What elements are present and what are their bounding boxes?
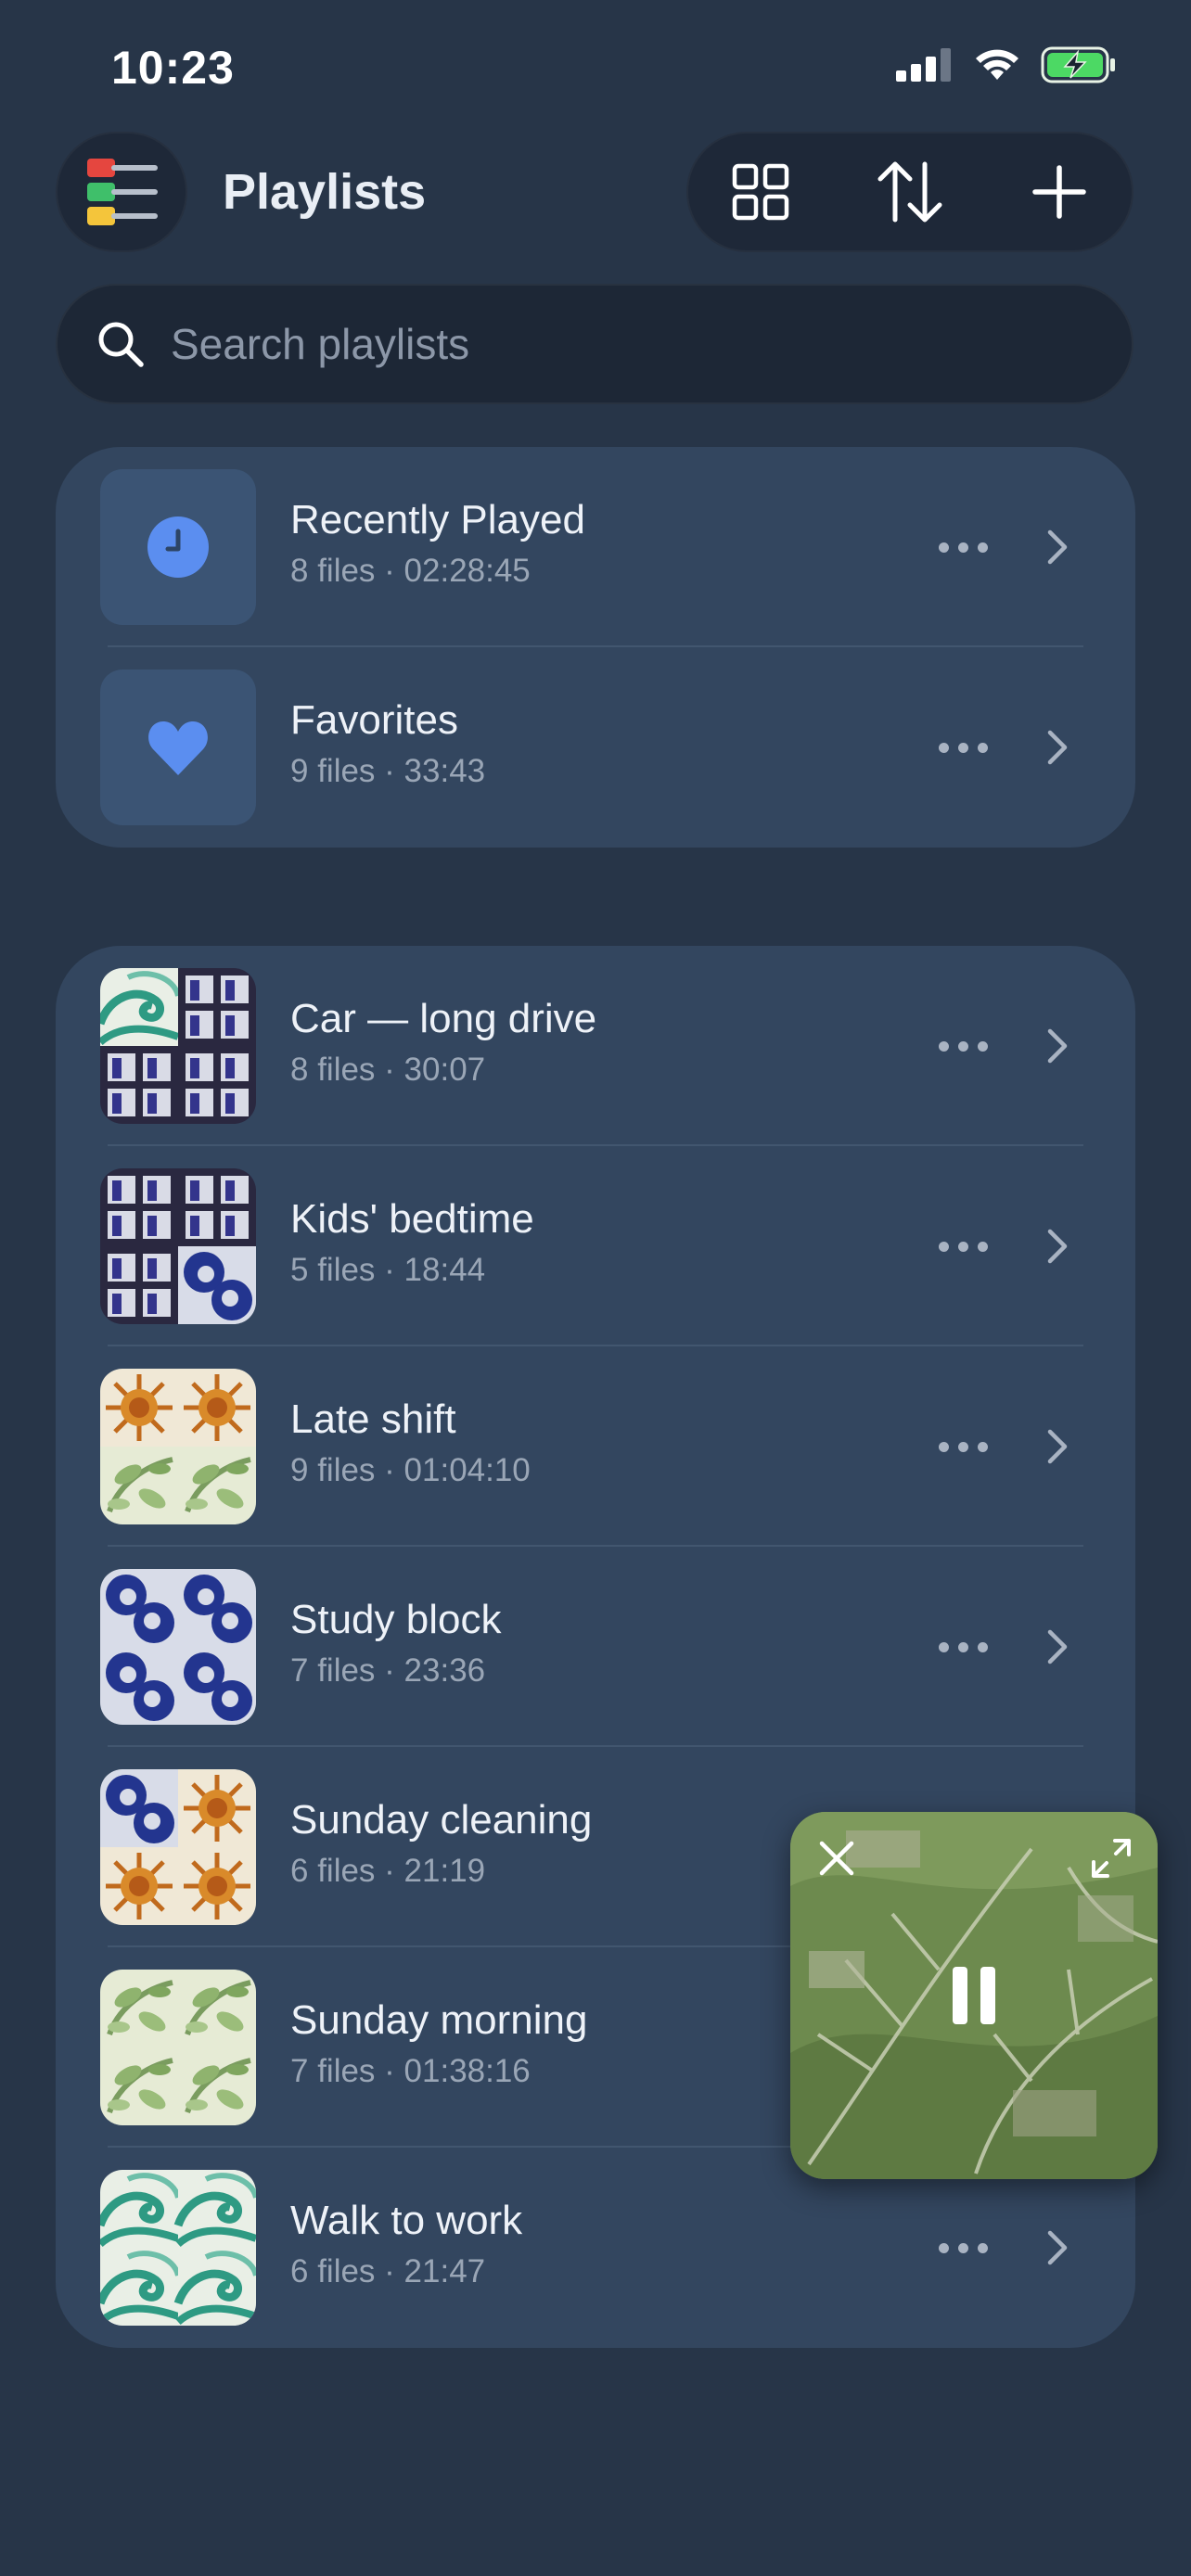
pause-button[interactable]: [928, 1949, 1020, 2042]
playlist-meta: 8 files · 30:07: [290, 1052, 486, 1088]
more-options-button[interactable]: [926, 1430, 1000, 1463]
list-item[interactable]: Late shift 9 files · 01:04:10: [56, 1346, 1135, 1547]
playlist-name: Favorites: [290, 697, 458, 743]
system-playlists-card: Recently Played 8 files · 02:28:45 Favor…: [56, 447, 1135, 848]
playlist-name: Walk to work: [290, 2198, 523, 2243]
playlist-thumbnail: [100, 2170, 256, 2326]
list-item[interactable]: Study block 7 files · 23:36: [56, 1547, 1135, 1747]
playlist-thumbnail: [100, 469, 256, 625]
list-item[interactable]: Favorites 9 files · 33:43: [56, 647, 1135, 848]
more-options-button[interactable]: [926, 1029, 1000, 1063]
sort-button[interactable]: [854, 136, 966, 248]
battery-charging-icon: [1041, 46, 1115, 83]
chevron-right-icon: [1039, 519, 1076, 575]
close-mini-player-button[interactable]: [809, 1830, 864, 1886]
playlist-thumbnail: [100, 1970, 256, 2125]
more-options-button[interactable]: [926, 1630, 1000, 1664]
grid-view-button[interactable]: [705, 136, 816, 248]
expand-mini-player-button[interactable]: [1083, 1830, 1139, 1886]
list-item[interactable]: Kids' bedtime 5 files · 18:44: [56, 1146, 1135, 1346]
plus-icon: [1031, 165, 1086, 219]
playlist-name: Sunday cleaning: [290, 1797, 593, 1843]
header: Playlists: [0, 130, 1191, 260]
clock-icon: [147, 516, 209, 578]
playlist-thumbnail: [100, 1369, 256, 1524]
chevron-right-icon: [1039, 720, 1076, 775]
add-playlist-button[interactable]: [1004, 136, 1115, 248]
playlist-name: Sunday morning: [290, 1997, 588, 2043]
pause-icon: [953, 1967, 995, 2024]
header-toolbar: [686, 132, 1133, 252]
playlist-name: Kids' bedtime: [290, 1196, 534, 1242]
expand-icon: [1092, 1839, 1131, 1878]
close-icon: [819, 1841, 854, 1876]
playlist-name: Study block: [290, 1597, 502, 1642]
list-item[interactable]: Car — long drive 8 files · 30:07: [56, 946, 1135, 1146]
more-options-button[interactable]: [926, 1230, 1000, 1263]
signal-icon: [896, 48, 951, 82]
playlist-name: Car — long drive: [290, 996, 597, 1041]
playlist-meta: 9 files · 33:43: [290, 753, 486, 789]
playlist-name: Late shift: [290, 1396, 456, 1442]
heart-icon: [148, 721, 208, 775]
more-options-button[interactable]: [926, 2231, 1000, 2264]
list-item[interactable]: Recently Played 8 files · 02:28:45: [56, 447, 1135, 647]
search-input[interactable]: [169, 318, 1063, 370]
status-time: 10:23: [111, 42, 235, 94]
mini-player[interactable]: [790, 1812, 1158, 2179]
playlist-thumbnail: [100, 1168, 256, 1324]
playlist-meta: 7 files · 01:38:16: [290, 2053, 531, 2089]
grid-icon: [733, 163, 789, 221]
wifi-icon: [976, 49, 1018, 80]
sidebar-menu-button[interactable]: [56, 132, 187, 252]
search-bar: [56, 284, 1133, 404]
list-menu-icon: [87, 159, 158, 225]
more-options-button[interactable]: [926, 530, 1000, 564]
status-icons: [896, 46, 1117, 83]
status-bar: 10:23: [0, 0, 1191, 130]
chevron-right-icon: [1039, 1218, 1076, 1274]
chevron-right-icon: [1039, 2220, 1076, 2276]
playlist-meta: 7 files · 23:36: [290, 1652, 486, 1689]
more-options-button[interactable]: [926, 731, 1000, 764]
playlist-meta: 6 files · 21:47: [290, 2253, 486, 2289]
playlist-meta: 8 files · 02:28:45: [290, 553, 531, 589]
sort-arrows-icon: [877, 161, 942, 223]
chevron-right-icon: [1039, 1018, 1076, 1074]
playlist-thumbnail: [100, 968, 256, 1124]
search-icon: [93, 316, 148, 372]
playlist-name: Recently Played: [290, 497, 585, 542]
playlist-meta: 6 files · 21:19: [290, 1853, 486, 1889]
chevron-right-icon: [1039, 1619, 1076, 1675]
playlist-meta: 9 files · 01:04:10: [290, 1452, 531, 1488]
playlist-thumbnail: [100, 1569, 256, 1725]
playlist-meta: 5 files · 18:44: [290, 1252, 486, 1288]
chevron-right-icon: [1039, 1419, 1076, 1474]
playlist-thumbnail: [100, 1769, 256, 1925]
playlist-thumbnail: [100, 670, 256, 825]
page-title: Playlists: [223, 164, 427, 220]
